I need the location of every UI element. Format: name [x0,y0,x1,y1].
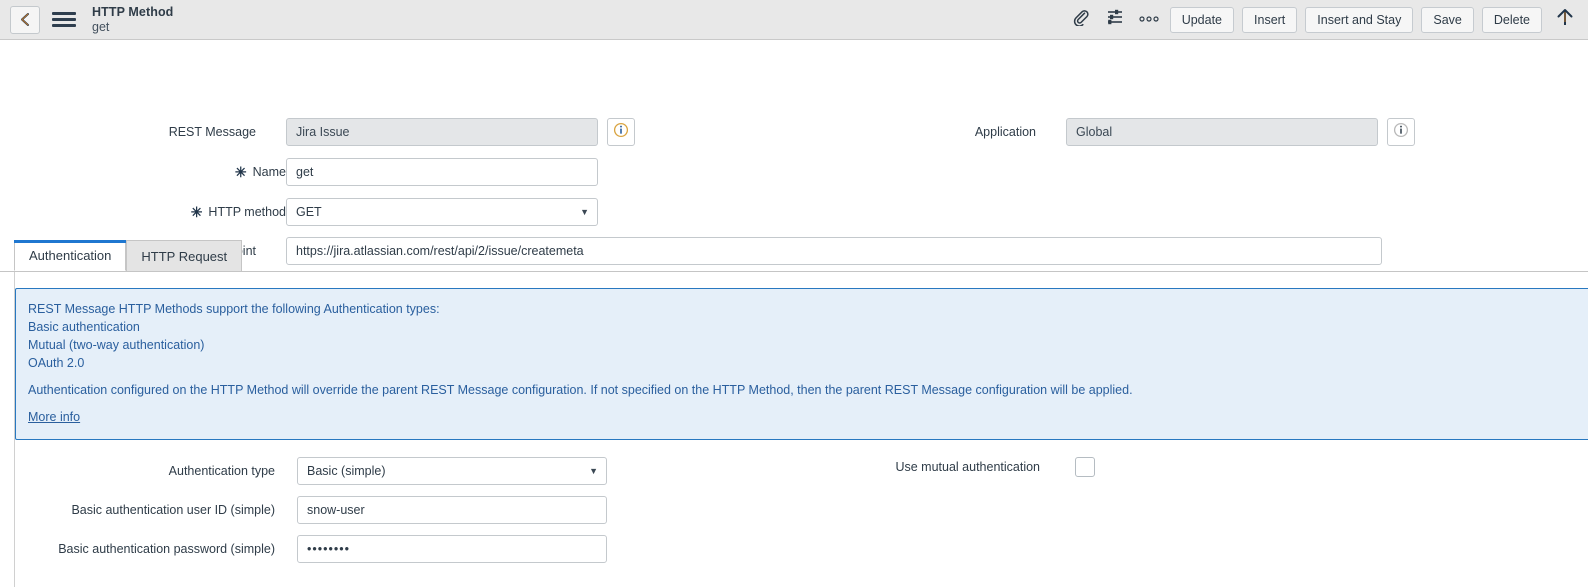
info-line: Mutual (two-way authentication) [28,338,205,352]
header-actions: Update Insert Insert and Stay Save Delet… [1064,5,1580,35]
delete-button[interactable]: Delete [1481,6,1542,33]
mandatory-marker: ✳ [234,164,247,180]
arrow-up-icon [1556,7,1574,32]
paperclip-icon [1072,8,1090,31]
basic-auth-password-label: Basic authentication password (simple) [58,542,275,556]
chevron-down-icon: ▼ [580,207,589,217]
tab-http-request-label: HTTP Request [141,248,228,264]
ellipsis-icon [1138,11,1160,29]
more-options-button[interactable] [1132,5,1166,35]
insert-button[interactable]: Insert [1242,6,1298,33]
name-label-wrap: ✳ Name [150,165,286,179]
scroll-to-top-button[interactable] [1552,5,1578,35]
info-line: Basic authentication [28,320,140,334]
info-circle-icon [1393,122,1409,143]
personalize-form-button[interactable] [1098,5,1132,35]
http-method-label-wrap: ✳ HTTP method [150,205,286,219]
use-mutual-authentication-label: Use mutual authentication [895,460,1040,474]
insert-and-stay-button[interactable]: Insert and Stay [1305,6,1414,33]
info-line: REST Message HTTP Methods support the fo… [28,302,440,316]
tab-authentication-label: Authentication [29,247,112,263]
chevron-down-icon: ▼ [589,466,598,476]
mandatory-marker: ✳ [190,204,203,220]
use-mutual-authentication-checkbox[interactable] [1075,457,1095,477]
record-name: get [92,19,110,34]
field-http-method: ✳ HTTP method GET ▼ [150,198,598,226]
http-method-value: GET [296,205,322,219]
application-label: Application [974,125,1036,139]
tab-authentication[interactable]: Authentication [14,240,127,271]
rest-message-input[interactable] [286,118,598,146]
chevron-left-icon [20,12,30,27]
field-authentication-type: Authentication type Basic (simple) ▼ [153,457,607,485]
hamburger-icon[interactable] [52,10,78,30]
info-circle-icon [613,122,629,143]
sliders-icon [1106,8,1124,31]
field-rest-message: REST Message [150,118,635,146]
authentication-info-panel: REST Message HTTP Methods support the fo… [15,288,1588,440]
field-application: Application [948,118,1415,146]
record-title-block: HTTP Method get [92,5,173,35]
application-info-button[interactable] [1387,118,1415,146]
info-paragraph: Authentication configured on the HTTP Me… [28,383,1133,397]
tab-bar: Authentication HTTP Request [0,240,1588,272]
authentication-type-label: Authentication type [168,464,275,478]
application-input[interactable] [1066,118,1378,146]
field-use-mutual-authentication: Use mutual authentication [894,457,1095,477]
rest-message-info-button[interactable] [607,118,635,146]
more-info-link[interactable]: More info [28,410,80,424]
field-basic-auth-user-id: Basic authentication user ID (simple) [63,496,607,524]
field-name: ✳ Name [150,158,598,186]
http-method-label: HTTP method [208,205,286,219]
tab-http-request[interactable]: HTTP Request [126,240,243,271]
name-input[interactable] [286,158,598,186]
attachment-button[interactable] [1064,5,1098,35]
update-button[interactable]: Update [1169,6,1235,33]
info-line: OAuth 2.0 [28,356,85,370]
name-label: Name [252,165,286,179]
save-button[interactable]: Save [1421,6,1474,33]
http-method-select[interactable]: GET ▼ [286,198,598,226]
tab-content-authentication: REST Message HTTP Methods support the fo… [14,272,1588,587]
basic-auth-user-id-label: Basic authentication user ID (simple) [71,503,275,517]
back-button[interactable] [10,5,40,34]
form-header: HTTP Method get Update Insert Insert and… [0,0,1588,40]
page-title: HTTP Method [92,4,174,19]
field-basic-auth-password: Basic authentication password (simple) [49,535,607,563]
authentication-type-value: Basic (simple) [307,464,386,478]
rest-message-label: REST Message [168,125,256,139]
authentication-type-select[interactable]: Basic (simple) ▼ [297,457,607,485]
basic-auth-password-input[interactable] [297,535,607,563]
basic-auth-user-id-input[interactable] [297,496,607,524]
